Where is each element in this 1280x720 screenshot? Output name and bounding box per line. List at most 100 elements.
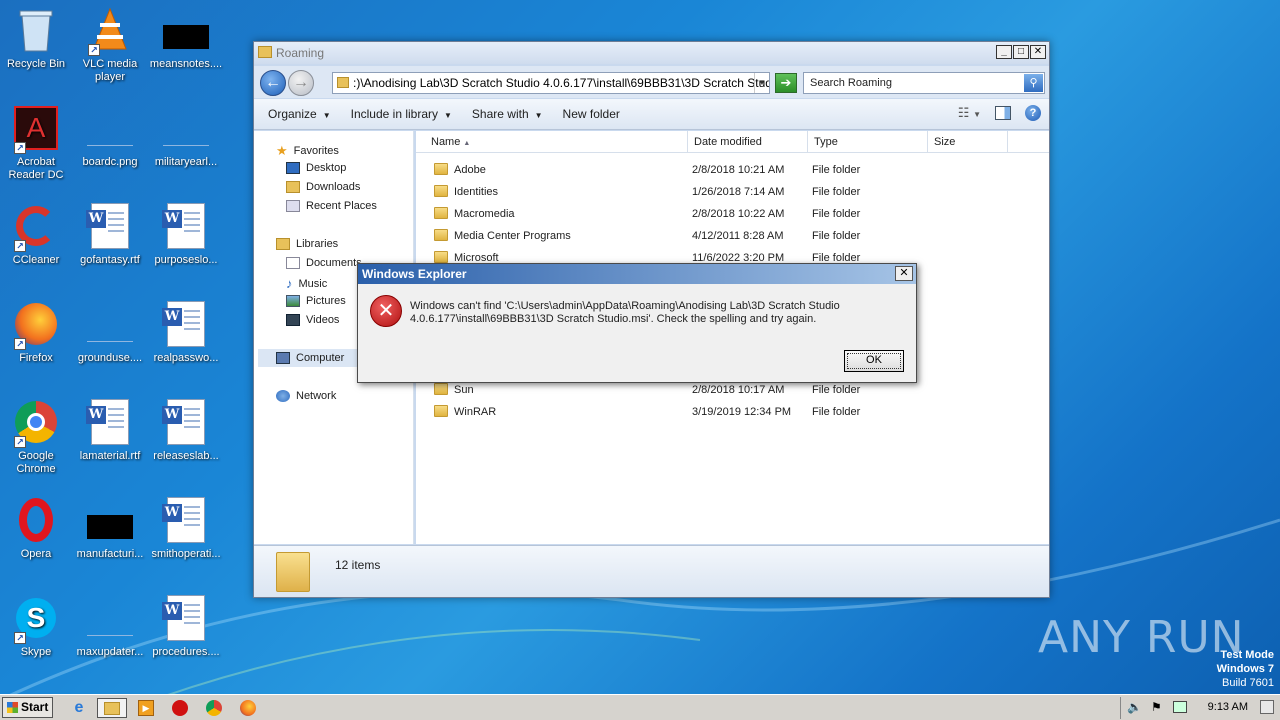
column-size-header[interactable]: Size xyxy=(928,131,1008,153)
file-row[interactable]: Identities 1/26/2018 7:14 AM File folder xyxy=(434,183,1024,203)
desktop-icon-lamaterial[interactable]: W lamaterial.rtf xyxy=(72,398,148,463)
word-document-icon: W xyxy=(162,594,210,642)
search-placeholder: Search Roaming xyxy=(810,77,892,89)
network-icon[interactable] xyxy=(1173,701,1187,713)
column-name-header[interactable]: Name ▲ xyxy=(416,131,688,153)
desktop-icon-label: gofantasy.rtf xyxy=(80,254,140,266)
address-bar-area: ← → :)\Anodising Lab\3D Scratch Studio 4… xyxy=(254,66,1049,98)
desktop-icon-grounduse[interactable]: grounduse.... xyxy=(72,300,148,365)
action-center-flag-icon[interactable]: ⚑ xyxy=(1151,700,1162,714)
dialog-close-button[interactable]: ✕ xyxy=(895,266,913,281)
shortcut-arrow-icon: ↗ xyxy=(14,632,26,644)
file-name: Media Center Programs xyxy=(454,230,571,242)
explorer-titlebar[interactable]: Roaming _ □ ✕ xyxy=(254,42,1049,64)
share-with-button[interactable]: Share with ▼ xyxy=(472,107,543,121)
media-player-icon: ▶ xyxy=(138,700,154,716)
nav-pictures[interactable]: Pictures xyxy=(286,295,346,307)
desktop-icon-releaseslab[interactable]: W releaseslab... xyxy=(148,398,224,463)
address-dropdown-button[interactable]: ▼ xyxy=(754,73,769,93)
desktop-icon-purposeslo[interactable]: W purposeslo... xyxy=(148,202,224,267)
sort-up-icon: ▲ xyxy=(463,140,471,147)
organize-button[interactable]: Organize ▼ xyxy=(268,107,331,121)
desktop-icon-militaryearl[interactable]: militaryearl... xyxy=(148,104,224,169)
help-icon[interactable]: ? xyxy=(1025,105,1041,121)
desktop-icon-label: Recycle Bin xyxy=(6,58,66,70)
desktop-icon-acrobat[interactable]: A ↗ Acrobat Reader DC xyxy=(0,104,74,182)
nav-label: Downloads xyxy=(306,181,361,193)
back-button[interactable]: ← xyxy=(260,70,286,96)
file-name: Adobe xyxy=(454,164,486,176)
nav-label: Computer xyxy=(296,352,345,364)
show-desktop-button[interactable] xyxy=(1260,700,1274,714)
taskbar-ie[interactable]: e xyxy=(68,698,90,718)
desktop-icon-realpasswo[interactable]: W realpasswo... xyxy=(148,300,224,365)
desktop-icon-procedures[interactable]: W procedures.... xyxy=(148,594,224,659)
nav-videos[interactable]: Videos xyxy=(286,314,339,326)
go-button[interactable]: ➔ xyxy=(775,73,797,93)
ok-button[interactable]: OK xyxy=(844,350,904,372)
preview-pane-icon[interactable] xyxy=(995,106,1011,120)
desktop-icon-chrome[interactable]: ↗ Google Chrome xyxy=(0,398,74,476)
nav-computer[interactable]: Computer xyxy=(258,349,358,367)
nav-recent-places[interactable]: Recent Places xyxy=(286,200,377,212)
vlc-icon: ↗ xyxy=(86,6,134,56)
new-folder-button[interactable]: New folder xyxy=(563,107,620,121)
desktop-icon-gofantasy[interactable]: W gofantasy.rtf xyxy=(72,202,148,267)
taskbar-chrome[interactable] xyxy=(203,698,225,718)
nav-network[interactable]: Network xyxy=(276,390,336,402)
file-row[interactable]: Sun 2/8/2018 10:17 AM File folder xyxy=(434,381,1024,401)
word-document-icon: W xyxy=(162,300,210,348)
desktop-icon-firefox[interactable]: ↗ Firefox xyxy=(0,300,74,365)
maximize-button[interactable]: □ xyxy=(1013,45,1029,59)
close-button[interactable]: ✕ xyxy=(1030,45,1046,59)
folder-icon xyxy=(434,207,448,219)
desktop-icon-skype[interactable]: S ↗ Skype xyxy=(0,594,74,659)
desktop-icon-manufacturi[interactable]: manufacturi... xyxy=(72,496,148,561)
forward-button[interactable]: → xyxy=(288,70,314,96)
speaker-icon[interactable]: 🔈 xyxy=(1127,700,1142,714)
taskbar-explorer[interactable] xyxy=(97,698,127,718)
dialog-title: Windows Explorer xyxy=(362,267,467,281)
nav-documents[interactable]: Documents xyxy=(286,257,362,269)
file-row[interactable]: Macromedia 2/8/2018 10:22 AM File folder xyxy=(434,205,1024,225)
column-date-header[interactable]: Date modified xyxy=(688,131,808,153)
nav-desktop[interactable]: Desktop xyxy=(286,162,346,174)
recycle-bin-icon xyxy=(12,6,60,54)
nav-downloads[interactable]: Downloads xyxy=(286,181,360,193)
nav-label: Videos xyxy=(306,314,340,326)
folder-icon xyxy=(434,229,448,241)
desktop-icon-smithoperati[interactable]: W smithoperati... xyxy=(148,496,224,561)
search-input[interactable]: Search Roaming ⚲ xyxy=(803,72,1045,94)
desktop-icon-label: lamaterial.rtf xyxy=(79,450,141,462)
nav-libraries[interactable]: Libraries xyxy=(276,238,338,250)
search-icon[interactable]: ⚲ xyxy=(1024,74,1043,92)
folder-icon xyxy=(337,77,349,88)
nav-music[interactable]: ♪ Music xyxy=(286,276,327,291)
taskbar-opera[interactable] xyxy=(169,698,191,718)
desktop-icon-opera[interactable]: Opera xyxy=(0,496,74,561)
taskbar-firefox[interactable] xyxy=(237,698,259,718)
dialog-titlebar[interactable]: Windows Explorer xyxy=(358,264,916,284)
desktop-icon-label: Skype xyxy=(20,646,52,658)
column-label: Name xyxy=(431,136,461,148)
clock[interactable]: 9:13 AM xyxy=(1208,701,1248,713)
view-options-icon[interactable]: ☷ ▼ xyxy=(958,105,981,121)
start-button[interactable]: Start xyxy=(2,697,53,718)
taskbar-media-player[interactable]: ▶ xyxy=(135,698,157,718)
nav-favorites[interactable]: ★ Favorites xyxy=(276,143,339,159)
music-icon: ♪ xyxy=(286,276,293,291)
desktop-icon-maxupdater[interactable]: maxupdater... xyxy=(72,594,148,659)
file-row[interactable]: Media Center Programs 4/12/2011 8:28 AM Fi… xyxy=(434,227,1024,247)
desktop-icon-boardc[interactable]: boardc.png xyxy=(72,104,148,169)
include-in-library-button[interactable]: Include in library ▼ xyxy=(351,107,452,121)
column-type-header[interactable]: Type xyxy=(808,131,928,153)
desktop-icon-meansnotes[interactable]: meansnotes.... xyxy=(148,6,224,71)
anyrun-watermark: ANY RUN xyxy=(1038,612,1245,663)
desktop-icon-ccleaner[interactable]: ↗ CCleaner xyxy=(0,202,74,267)
file-row[interactable]: Adobe 2/8/2018 10:21 AM File folder xyxy=(434,161,1024,181)
address-input[interactable]: :)\Anodising Lab\3D Scratch Studio 4.0.6… xyxy=(332,72,770,94)
minimize-button[interactable]: _ xyxy=(996,45,1012,59)
desktop-icon-recycle-bin[interactable]: Recycle Bin xyxy=(0,6,74,71)
file-row[interactable]: WinRAR 3/19/2019 12:34 PM File folder xyxy=(434,403,1024,423)
desktop-icon-vlc[interactable]: ↗ VLC media player xyxy=(72,6,148,84)
